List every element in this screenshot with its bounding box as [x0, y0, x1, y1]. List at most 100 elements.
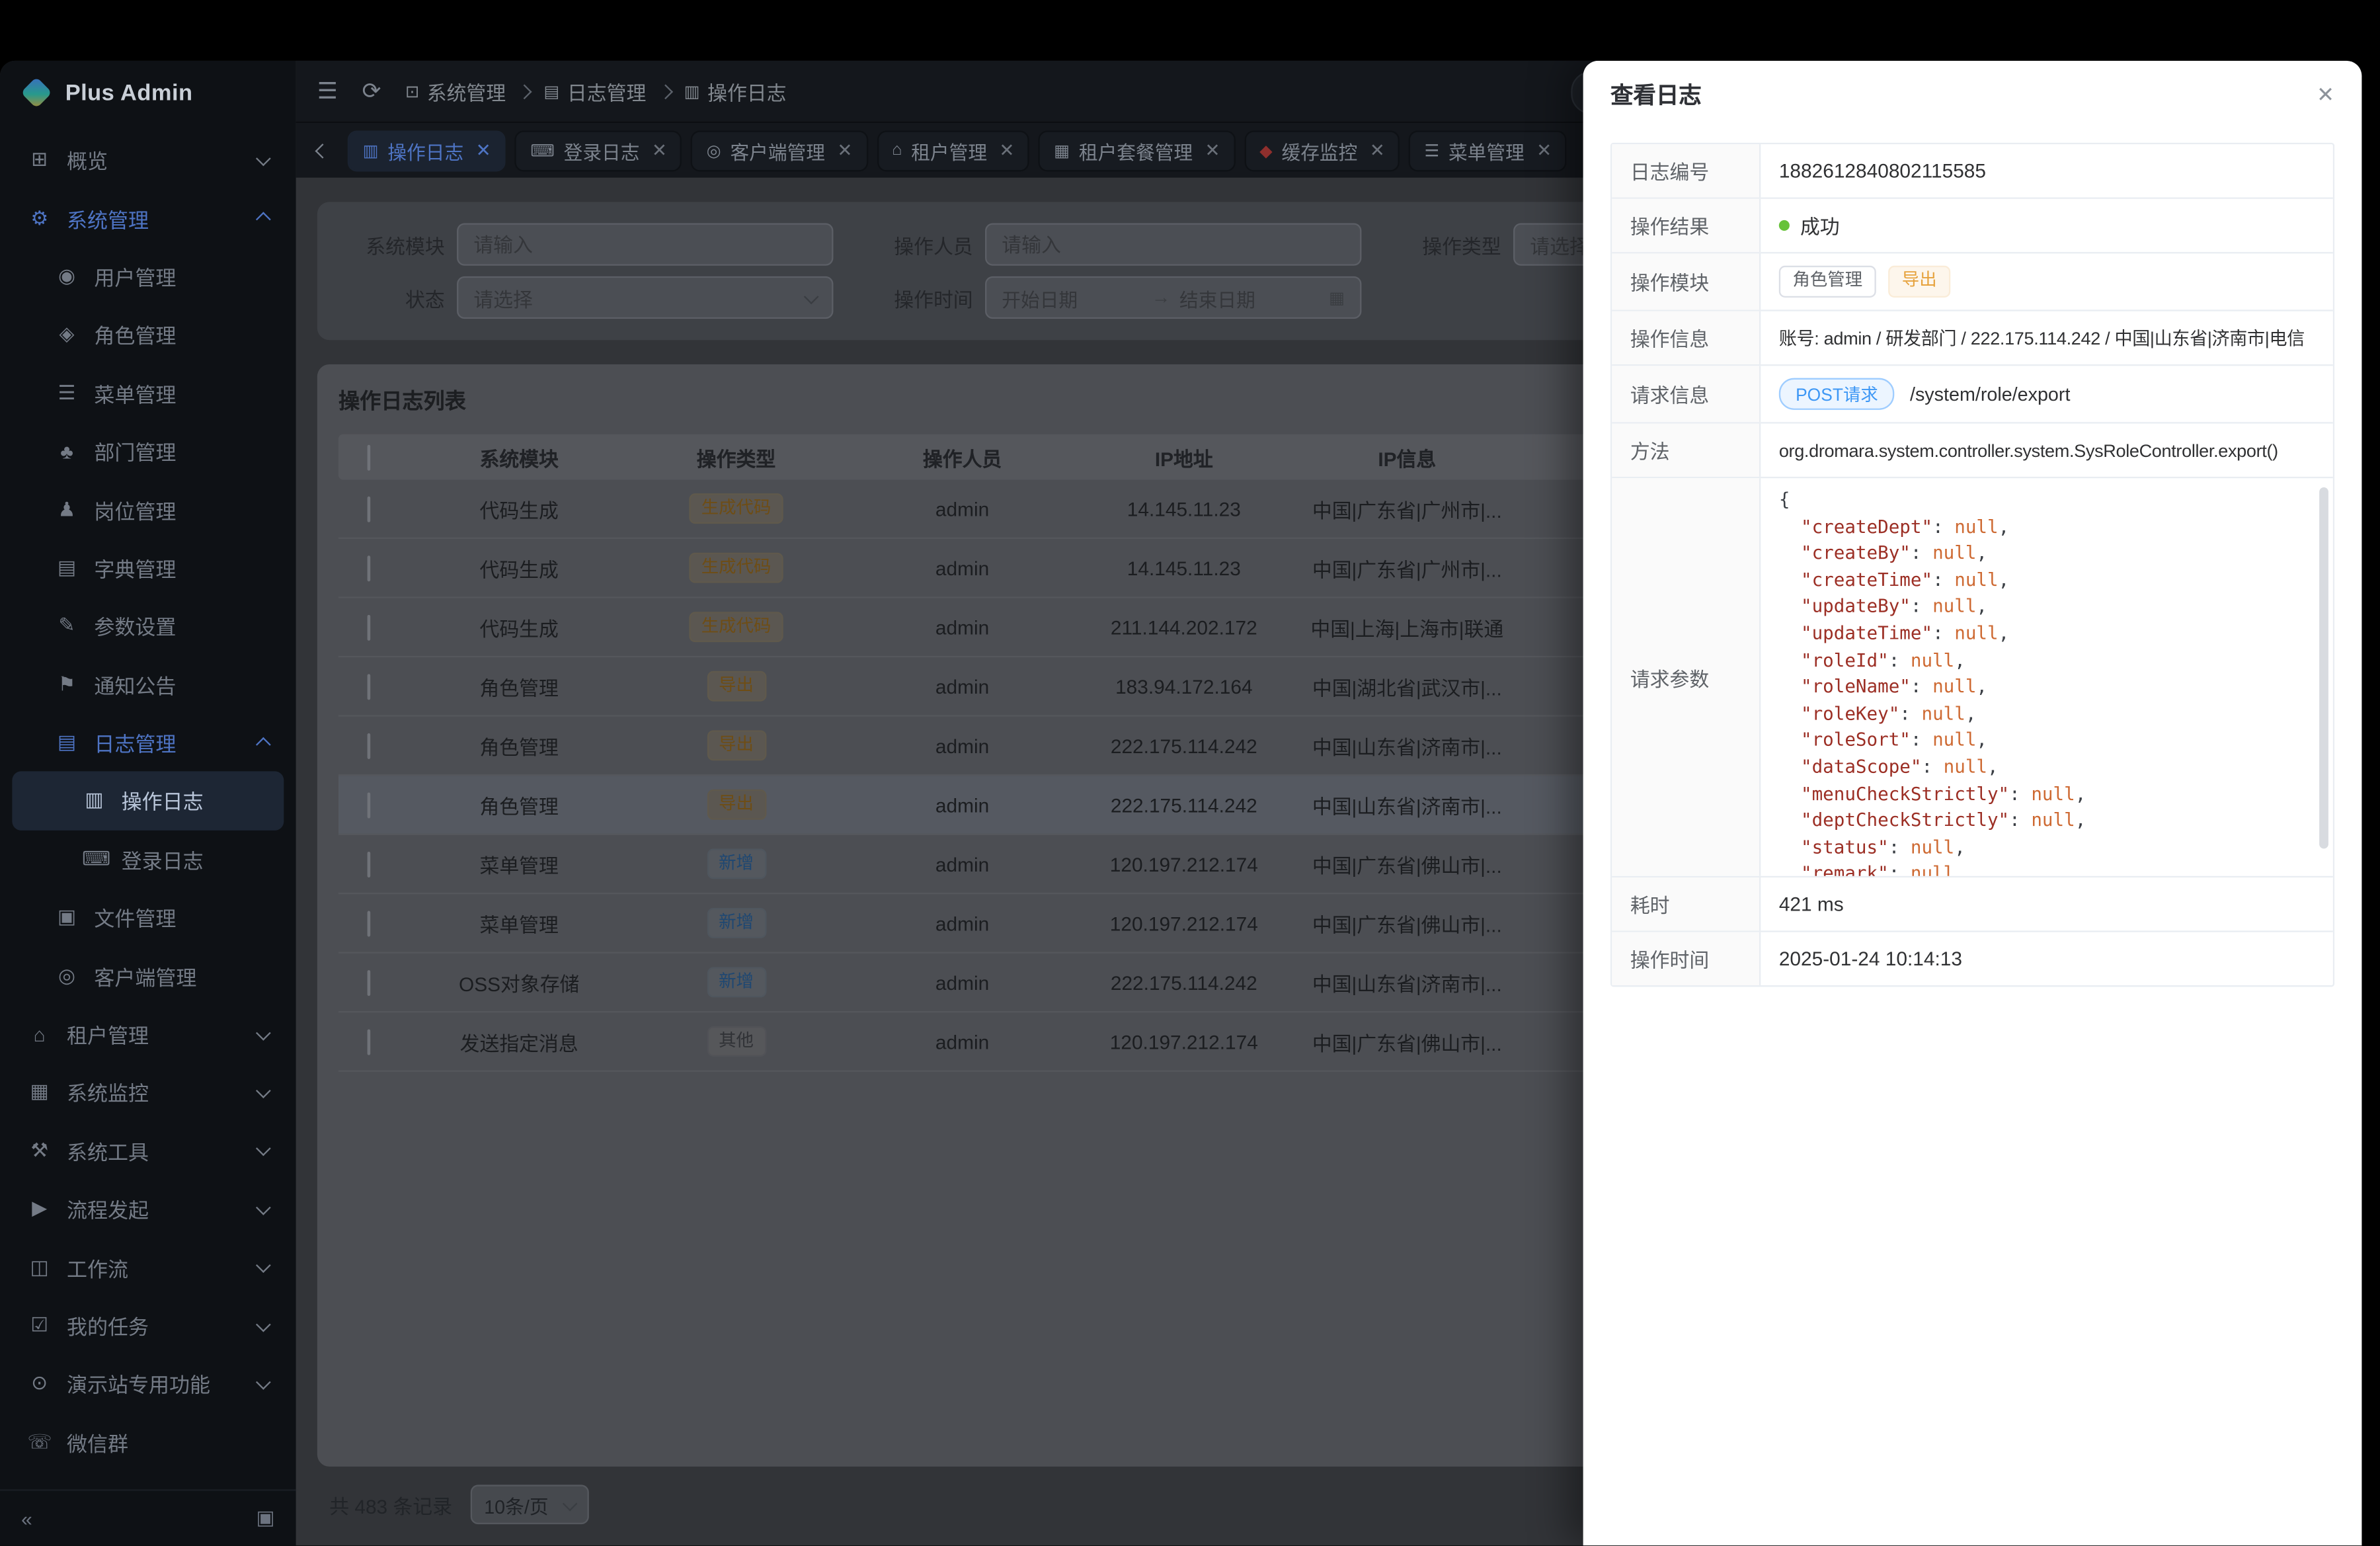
cell-ip: 222.175.114.242 [1091, 793, 1277, 816]
logo[interactable]: Plus Admin [0, 61, 296, 124]
home-icon: ⌂ [892, 142, 902, 160]
cell-type: 新增 [639, 908, 834, 938]
row-checkbox[interactable] [368, 555, 371, 581]
sidebar-item-dept-management[interactable]: ♣部门管理 [12, 422, 284, 480]
desc-label: 请求信息 [1612, 366, 1761, 422]
sidebar-item-post-management[interactable]: ♟岗位管理 [12, 480, 284, 538]
collapse-sidebar-icon[interactable]: « [21, 1507, 32, 1529]
module-tag: 角色管理 [1779, 266, 1876, 298]
menu-list-icon: ☰ [1425, 140, 1440, 160]
sidebar-item-menu-management[interactable]: ☰菜单管理 [12, 364, 284, 422]
cell-ip-info: 中国|广东省|佛山市|... [1277, 1027, 1538, 1056]
sidebar-item-system-monitor[interactable]: ▦系统监控 [12, 1063, 284, 1121]
row-checkbox[interactable] [368, 1028, 371, 1054]
tabs-scroll-left-icon[interactable] [311, 145, 333, 155]
scrollbar-thumb[interactable] [2319, 487, 2328, 848]
tab-4[interactable]: ⌂租户管理✕ [877, 130, 1029, 171]
tab-5[interactable]: ▦租户套餐管理✕ [1039, 130, 1235, 171]
json-null-value: null [1921, 702, 1965, 723]
select-all-checkbox[interactable] [368, 444, 371, 470]
tab-3[interactable]: ◎客户端管理✕ [692, 130, 868, 171]
desc-value-text: org.dromara.system.controller.system.Sys… [1779, 440, 2278, 461]
chevron-down-icon [256, 1258, 271, 1274]
breadcrumb-separator-icon [658, 83, 673, 99]
close-tab-icon[interactable]: ✕ [652, 140, 667, 161]
close-tab-icon[interactable]: ✕ [1205, 140, 1220, 161]
row-checkbox[interactable] [368, 733, 371, 758]
sidebar-item-demo-features[interactable]: ⊙演示站专用功能 [12, 1354, 284, 1412]
time-range-picker[interactable]: 开始日期 → 结束日期 ▦ [985, 276, 1361, 319]
hamburger-icon[interactable]: ☰ [317, 77, 338, 104]
sidebar-item-dict-management[interactable]: ▤字典管理 [12, 538, 284, 596]
sidebar-item-overview[interactable]: ⊞概览 [12, 130, 284, 188]
operator-input[interactable] [985, 224, 1361, 266]
code-line: "updateTime": null, [1779, 621, 2309, 647]
close-icon[interactable]: ✕ [2317, 81, 2334, 107]
row-checkbox[interactable] [368, 614, 371, 640]
sidebar-item-user-management[interactable]: ◉用户管理 [12, 247, 284, 305]
operation-log-icon: ▥ [363, 140, 379, 160]
grid-icon: ⊞ [27, 147, 52, 172]
desc-value: 2025-01-24 10:14:13 [1761, 932, 2333, 985]
json-null-value: null [1911, 863, 1954, 876]
request-params-code[interactable]: { "createDept": null, "createBy": null, … [1761, 478, 2333, 876]
cell-type: 导出 [639, 671, 834, 702]
sidebar-item-log-management[interactable]: ▤日志管理 [12, 713, 284, 772]
sidebar-footer: « ▣ [0, 1489, 296, 1545]
cell-ip-info: 中国|山东省|济南市|... [1277, 968, 1538, 997]
sidebar-item-client-management[interactable]: ◎客户端管理 [12, 946, 284, 1004]
sidebar-item-system-management[interactable]: ⚙系统管理 [12, 189, 284, 247]
row-checkbox[interactable] [368, 851, 371, 877]
breadcrumb-item[interactable]: ▤日志管理 [544, 77, 647, 106]
checkbox-cell [338, 971, 399, 993]
pin-sidebar-icon[interactable]: ▣ [256, 1506, 274, 1531]
sidebar: Plus Admin ⊞概览⚙系统管理◉用户管理◈角色管理☰菜单管理♣部门管理♟… [0, 61, 296, 1545]
sidebar-item-file-management[interactable]: ▣文件管理 [12, 888, 284, 946]
tab-7[interactable]: ☰菜单管理✕ [1409, 130, 1567, 171]
gear-icon: ⚙ [27, 206, 52, 230]
cell-ip-info: 中国|山东省|济南市|... [1277, 731, 1538, 760]
row-checkbox[interactable] [368, 496, 371, 522]
type-tag: 新增 [707, 967, 766, 998]
close-tab-icon[interactable]: ✕ [476, 140, 491, 161]
refresh-icon[interactable]: ⟳ [362, 77, 381, 104]
page-size-select[interactable]: 10条/页 [471, 1485, 589, 1524]
sidebar-item-workflow[interactable]: ◫工作流 [12, 1238, 284, 1296]
column-header: IP地址 [1091, 442, 1277, 471]
json-key: "deptCheckStrictly" [1779, 809, 2009, 831]
drawer-title: 查看日志 [1610, 78, 1702, 110]
sidebar-item-tenant-management[interactable]: ⌂租户管理 [12, 1005, 284, 1063]
sidebar-item-operation-log[interactable]: ▥操作日志 [12, 772, 284, 830]
module-input[interactable] [457, 224, 833, 266]
dictionary-icon: ▤ [55, 555, 79, 580]
row-checkbox[interactable] [368, 673, 371, 699]
close-tab-icon[interactable]: ✕ [1536, 140, 1552, 161]
checkbox-cell [338, 497, 399, 520]
log-icon: ▤ [55, 731, 79, 755]
checkbox-cell [338, 734, 399, 756]
row-checkbox[interactable] [368, 792, 371, 817]
sidebar-item-process-start[interactable]: ▶流程发起 [12, 1180, 284, 1238]
sidebar-item-param-settings[interactable]: ✎参数设置 [12, 597, 284, 655]
sidebar-item-label: 部门管理 [94, 436, 176, 466]
tab-1[interactable]: ▥操作日志✕ [348, 130, 506, 171]
type-tag: 生成代码 [689, 493, 783, 524]
breadcrumb-item[interactable]: ▥操作日志 [684, 77, 787, 106]
sidebar-item-wechat-group[interactable]: ☏微信群 [12, 1413, 284, 1471]
tab-6[interactable]: ◆缓存监控✕ [1244, 130, 1400, 171]
close-tab-icon[interactable]: ✕ [837, 140, 852, 161]
row-checkbox[interactable] [368, 969, 371, 995]
sidebar-item-role-management[interactable]: ◈角色管理 [12, 305, 284, 364]
breadcrumb-item[interactable]: ⊡系统管理 [405, 77, 506, 106]
sidebar-item-my-tasks[interactable]: ☑我的任务 [12, 1296, 284, 1354]
cell-ip-info: 中国|上海|上海市|联通 [1277, 612, 1538, 641]
sidebar-item-notice-announcement[interactable]: ⚑通知公告 [12, 655, 284, 713]
close-tab-icon[interactable]: ✕ [1370, 140, 1385, 161]
sidebar-item-system-tools[interactable]: ⚒系统工具 [12, 1121, 284, 1180]
row-checkbox[interactable] [368, 910, 371, 936]
status-select[interactable]: 请选择 [457, 276, 833, 319]
sidebar-item-login-log[interactable]: ⌨登录日志 [12, 830, 284, 888]
checkbox-cell [338, 556, 399, 579]
close-tab-icon[interactable]: ✕ [999, 140, 1014, 161]
tab-2[interactable]: ⌨登录日志✕ [515, 130, 682, 171]
